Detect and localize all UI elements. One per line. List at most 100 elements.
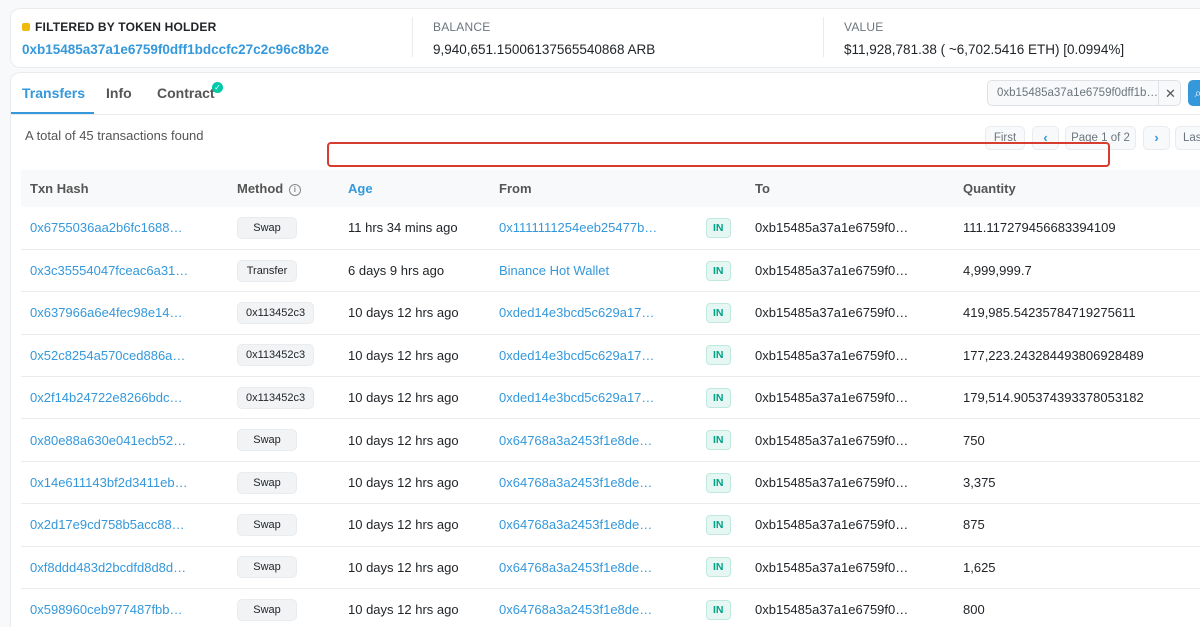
- chevron-left-icon: ‹: [1043, 130, 1048, 145]
- last-page-button[interactable]: Last: [1175, 126, 1200, 150]
- first-page-button[interactable]: First: [985, 126, 1025, 150]
- txn-hash-link[interactable]: 0x637966a6e4fec98e14…: [30, 305, 183, 320]
- in-direction-badge: IN: [706, 430, 731, 451]
- from-address-link[interactable]: 0x64768a3a2453f1e8de…: [499, 517, 652, 532]
- from-address-link[interactable]: 0x64768a3a2453f1e8de…: [499, 560, 652, 575]
- header-to: To: [755, 181, 770, 196]
- txn-hash-link[interactable]: 0x14e611143bf2d3411eb…: [30, 475, 188, 490]
- in-direction-badge: IN: [706, 599, 731, 620]
- age-cell: 10 days 12 hrs ago: [348, 305, 459, 321]
- next-page-button[interactable]: ›: [1143, 126, 1170, 150]
- from-address-link[interactable]: Binance Hot Wallet: [499, 263, 609, 278]
- divider: [412, 17, 413, 57]
- age-cell: 10 days 12 hrs ago: [348, 390, 459, 406]
- method-badge: Swap: [237, 471, 297, 494]
- info-icon[interactable]: i: [288, 184, 301, 196]
- transfers-card: Transfers Info Contract ✓ 0xb15485a37a1e…: [10, 72, 1200, 627]
- age-cell: 10 days 12 hrs ago: [348, 347, 459, 363]
- to-address: 0xb15485a37a1e6759f0…: [755, 305, 909, 321]
- search-icon: ⌕: [1195, 86, 1200, 100]
- table-row: 0x2f14b24722e8266bdc… 0x113452c3 10 days 1…: [21, 377, 1200, 419]
- page-indicator: Page 1 of 2: [1065, 126, 1136, 150]
- in-direction-badge: IN: [706, 260, 731, 281]
- method-badge: Swap: [237, 513, 297, 536]
- method-badge: Swap: [237, 556, 297, 579]
- to-address: 0xb15485a37a1e6759f0…: [755, 432, 909, 448]
- tab-transfers[interactable]: Transfers: [22, 85, 85, 101]
- in-direction-badge: IN: [706, 387, 731, 408]
- table-row: 0xf8ddd483d2bcdfd8d8d… Swap 10 days 12 hrs…: [21, 546, 1200, 589]
- value-summary: VALUE $11,928,781.38 ( ~6,702.5416 ETH) …: [844, 20, 1124, 57]
- age-cell: 11 hrs 34 mins ago: [348, 220, 458, 236]
- verified-check-icon: ✓: [212, 82, 223, 93]
- age-cell: 10 days 12 hrs ago: [348, 475, 459, 491]
- from-address-link[interactable]: 0x64768a3a2453f1e8de…: [499, 602, 652, 617]
- txn-hash-link[interactable]: 0xf8ddd483d2bcdfd8d8d…: [30, 560, 186, 575]
- search-button[interactable]: ⌕: [1188, 80, 1200, 106]
- table-row: 0x637966a6e4fec98e14… 0x113452c3 10 days 1…: [21, 292, 1200, 335]
- header-direction: [697, 170, 746, 207]
- table-row: 0x2d17e9cd758b5acc88… Swap 10 days 12 hrs …: [21, 504, 1200, 547]
- quantity-cell: 750: [963, 432, 985, 448]
- balance-value: 9,940,651.15006137565540868 ARB: [433, 42, 656, 57]
- method-badge: 0x113452c3: [237, 344, 315, 367]
- clear-filter-button[interactable]: ✕: [1158, 81, 1180, 105]
- tab-bar: Transfers Info Contract ✓ 0xb15485a37a1e…: [11, 73, 1200, 115]
- header-txn-hash: Txn Hash: [30, 181, 89, 196]
- table-row: 0x598960ceb977487fbb… Swap 10 days 12 hrs …: [21, 589, 1200, 627]
- to-address: 0xb15485a37a1e6759f0…: [755, 517, 909, 533]
- txn-hash-link[interactable]: 0x6755036aa2b6fc1688…: [30, 220, 183, 235]
- quantity-cell: 875: [963, 517, 985, 533]
- quantity-cell: 1,625: [963, 559, 996, 575]
- txn-hash-link[interactable]: 0x3c35554047fceac6a31…: [30, 263, 188, 278]
- from-address-link[interactable]: 0x64768a3a2453f1e8de…: [499, 433, 652, 448]
- table-row: 0x3c35554047fceac6a31… Transfer 6 days 9 h…: [21, 249, 1200, 292]
- header-from: From: [499, 181, 532, 196]
- table-header-row: Txn Hash Method i Age From To Quantity: [21, 170, 1200, 207]
- token-holder-summary: FILTERED BY TOKEN HOLDER 0xb15485a37a1e6…: [10, 8, 1200, 68]
- quantity-cell: 419,985.54235784719275611: [963, 305, 1136, 321]
- from-address-link[interactable]: 0xded14e3bcd5c629a17…: [499, 305, 654, 320]
- value-label: VALUE: [844, 20, 884, 34]
- age-cell: 6 days 9 hrs ago: [348, 263, 445, 279]
- transfers-table: Txn Hash Method i Age From To Quantity 0…: [21, 170, 1200, 627]
- to-address: 0xb15485a37a1e6759f0…: [755, 559, 909, 575]
- table-row: 0x14e611143bf2d3411eb… Swap 10 days 12 hrs…: [21, 461, 1200, 504]
- header-method: Method i: [228, 170, 339, 207]
- prev-page-button[interactable]: ‹: [1032, 126, 1059, 150]
- txn-hash-link[interactable]: 0x598960ceb977487fbb…: [30, 602, 183, 617]
- balance-summary: BALANCE 9,940,651.15006137565540868 ARB: [433, 20, 655, 57]
- txn-hash-link[interactable]: 0x52c8254a570ced886a…: [30, 348, 185, 363]
- txn-hash-link[interactable]: 0x80e88a630e041ecb52…: [30, 433, 186, 448]
- holder-address-link[interactable]: 0xb15485a37a1e6759f0dff1bdccfc27c2c96c8b…: [22, 42, 329, 57]
- address-filter-value: 0xb15485a37a1e6759f0dff1b…: [997, 87, 1157, 99]
- txn-hash-link[interactable]: 0x2f14b24722e8266bdc…: [30, 390, 183, 405]
- from-address-link[interactable]: 0x1111111254eeb25477b…: [499, 220, 657, 235]
- to-address: 0xb15485a37a1e6759f0…: [755, 475, 909, 491]
- address-filter-field[interactable]: 0xb15485a37a1e6759f0dff1b… ✕: [987, 80, 1181, 106]
- filter-summary: FILTERED BY TOKEN HOLDER 0xb15485a37a1e6…: [22, 20, 329, 57]
- divider: [823, 17, 824, 57]
- in-direction-badge: IN: [706, 217, 731, 238]
- header-quantity: Quantity: [963, 181, 1016, 196]
- to-address: 0xb15485a37a1e6759f0…: [755, 347, 909, 363]
- to-address: 0xb15485a37a1e6759f0…: [755, 390, 909, 406]
- quantity-cell: 800: [963, 602, 985, 618]
- to-address: 0xb15485a37a1e6759f0…: [755, 602, 909, 618]
- tab-contract[interactable]: Contract: [157, 85, 215, 101]
- tab-info[interactable]: Info: [106, 85, 132, 101]
- table-row: 0x6755036aa2b6fc1688… Swap 11 hrs 34 mins …: [21, 207, 1200, 250]
- from-address-link[interactable]: 0xded14e3bcd5c629a17…: [499, 348, 654, 363]
- total-transactions-text: A total of 45 transactions found: [25, 128, 204, 143]
- to-address: 0xb15485a37a1e6759f0…: [755, 263, 909, 279]
- table-row: 0x52c8254a570ced886a… 0x113452c3 10 days 1…: [21, 334, 1200, 377]
- chevron-right-icon: ›: [1154, 130, 1159, 145]
- txn-hash-link[interactable]: 0x2d17e9cd758b5acc88…: [30, 517, 185, 532]
- from-address-link[interactable]: 0xded14e3bcd5c629a17…: [499, 390, 654, 405]
- table-row: 0x80e88a630e041ecb52… Swap 10 days 12 hrs …: [21, 419, 1200, 462]
- age-cell: 10 days 12 hrs ago: [348, 517, 459, 533]
- method-badge: Swap: [237, 429, 297, 452]
- from-address-link[interactable]: 0x64768a3a2453f1e8de…: [499, 475, 652, 490]
- age-cell: 10 days 12 hrs ago: [348, 432, 459, 448]
- header-age[interactable]: Age: [339, 170, 490, 207]
